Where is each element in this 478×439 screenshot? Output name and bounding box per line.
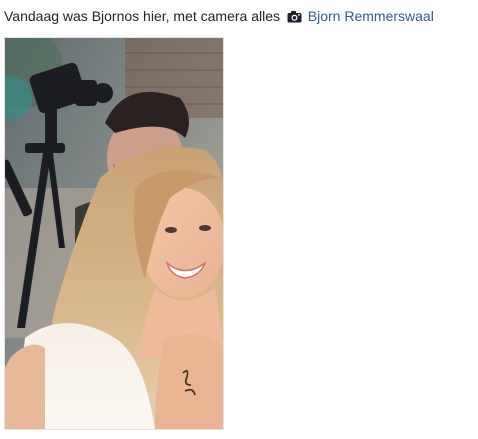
post-text: Vandaag was Bjornos hier, met camera all… — [4, 8, 280, 24]
selfie-image — [5, 38, 223, 429]
post-caption: Vandaag was Bjornos hier, met camera all… — [4, 7, 434, 27]
post-photo[interactable] — [4, 37, 224, 430]
camera-icon — [287, 9, 302, 27]
tagged-person-link[interactable]: Bjorn Remmerswaal — [308, 8, 434, 24]
